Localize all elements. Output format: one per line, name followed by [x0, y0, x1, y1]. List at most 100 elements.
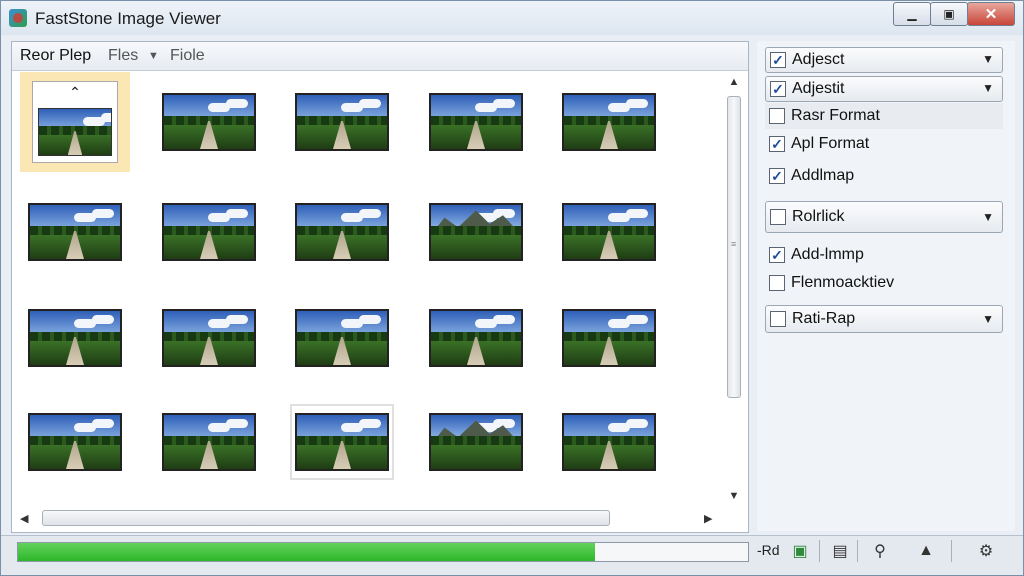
scroll-down-icon[interactable]: ▼	[724, 490, 744, 502]
thumbnail-item[interactable]	[20, 288, 130, 388]
thumbnail-item[interactable]	[554, 288, 664, 388]
option-adjust-1[interactable]: ✓ Adjesct ▼	[765, 47, 1003, 73]
thumbnail-image	[28, 309, 122, 367]
selected-thumbnail-frame: ⌃	[32, 81, 118, 163]
thumbnail-item[interactable]	[287, 288, 397, 388]
option-flenmoacktiev[interactable]: Flenmoacktiev	[765, 270, 1003, 296]
checkbox-rolrlick[interactable]	[770, 209, 786, 225]
option-label: Addlmap	[791, 167, 855, 184]
search-icon[interactable]: ⚲	[869, 540, 891, 562]
bell-icon[interactable]: ▲	[915, 540, 937, 562]
thumbnail-item[interactable]	[287, 182, 397, 282]
thumbnail-item[interactable]	[554, 392, 664, 492]
chevron-down-icon[interactable]: ▼	[982, 52, 994, 66]
thumbnail-item[interactable]	[287, 72, 397, 172]
thumbnail-item[interactable]: ⌃	[20, 72, 130, 172]
checkbox-add-lmmp[interactable]: ✓	[769, 247, 785, 263]
option-rati-rap[interactable]: Rati-Rap ▼	[765, 305, 1003, 333]
option-adjust-2[interactable]: ✓ Adjestit ▼	[765, 76, 1003, 102]
checkbox-rati-rap[interactable]	[770, 311, 786, 327]
thumbnail-item[interactable]	[554, 182, 664, 282]
vertical-scroll-thumb[interactable]: ≡	[727, 96, 741, 398]
option-label: Rasr Format	[791, 107, 880, 124]
toolbar-item-3[interactable]: Fiole	[170, 47, 205, 65]
close-button[interactable]: ✕	[967, 2, 1015, 26]
checkmark-icon: ✓	[771, 168, 783, 184]
grip-icon: ≡	[731, 239, 737, 249]
thumbnail-item[interactable]	[421, 72, 531, 172]
checkbox-adjust-2[interactable]: ✓	[770, 81, 786, 97]
app-logo-icon	[9, 9, 27, 27]
option-label: Adjestit	[792, 80, 845, 97]
option-label: Rolrlick	[792, 208, 845, 225]
progress-fill	[18, 543, 595, 561]
status-divider	[857, 540, 858, 562]
thumbnail-item[interactable]	[554, 72, 664, 172]
thumbnail-item[interactable]	[421, 392, 531, 492]
thumbnail-item[interactable]	[20, 392, 130, 492]
chevron-down-icon[interactable]: ▼	[982, 81, 994, 95]
toolbar-item-files[interactable]: Fles	[108, 47, 138, 65]
thumbnail-image	[429, 93, 523, 151]
status-text: -Rd	[757, 542, 780, 558]
thumbnail-pane: Reor Plep Fles ▼ Fiole ⌃ ▲ ≡ ▼ ◀ ▶	[11, 41, 749, 533]
horizontal-scrollbar[interactable]: ◀ ▶	[12, 508, 724, 530]
minimize-icon: ▁	[907, 7, 917, 21]
option-rolrlick[interactable]: Rolrlick ▼	[765, 201, 1003, 233]
status-divider	[819, 540, 820, 562]
option-addlmap[interactable]: ✓ Addlmap	[765, 163, 1003, 189]
scroll-right-icon[interactable]: ▶	[704, 512, 712, 525]
options-panel: ✓ Adjesct ▼ ✓ Adjestit ▼ Rasr Format ✓ A…	[757, 41, 1015, 531]
maximize-button[interactable]: ▣	[930, 2, 968, 26]
checkmark-icon: ✓	[772, 52, 784, 68]
minimize-button[interactable]: ▁	[893, 2, 931, 26]
thumbnail-item[interactable]	[20, 182, 130, 282]
checkmark-icon: ✓	[771, 136, 783, 152]
checkbox-adjust-1[interactable]: ✓	[770, 52, 786, 68]
save-icon[interactable]: ▤	[829, 540, 851, 562]
option-label: Flenmoacktiev	[791, 274, 895, 291]
scroll-left-icon[interactable]: ◀	[20, 512, 28, 525]
thumbnail-grid: ⌃	[18, 72, 722, 508]
chevron-down-icon[interactable]: ▼	[982, 210, 994, 224]
toolbar-item-1[interactable]: Reor Plep	[20, 47, 91, 65]
thumbnail-image	[38, 108, 112, 156]
option-label: Apl Format	[791, 135, 870, 152]
checkbox-apl-format[interactable]: ✓	[769, 136, 785, 152]
checkbox-addlmap[interactable]: ✓	[769, 168, 785, 184]
thumbnail-item[interactable]	[154, 288, 264, 388]
option-label: Adjesct	[792, 51, 845, 68]
thumbnail-image	[562, 203, 656, 261]
scroll-up-icon[interactable]: ▲	[724, 76, 744, 88]
window-title: FastStone Image Viewer	[35, 9, 221, 28]
thumbnail-image	[295, 413, 389, 471]
caret-up-icon: ⌃	[69, 84, 81, 100]
option-add-lmmp[interactable]: ✓ Add-lmmp	[765, 242, 1003, 268]
thumbnail-item[interactable]	[421, 182, 531, 282]
vertical-scrollbar[interactable]: ▲ ≡ ▼	[724, 72, 744, 508]
thumbnail-image	[295, 203, 389, 261]
status-bar: -Rd ▣ ▤ ⚲ ▲ ⚙	[1, 535, 1023, 575]
option-apl-format[interactable]: ✓ Apl Format	[765, 131, 1003, 157]
status-divider	[951, 540, 952, 562]
checkbox-flenmoacktiev[interactable]	[769, 275, 785, 291]
settings-icon[interactable]: ⚙	[975, 540, 997, 562]
browser-toolbar: Reor Plep Fles ▼ Fiole	[12, 42, 748, 71]
chevron-down-icon[interactable]: ▼	[982, 312, 994, 326]
thumbnail-item[interactable]	[287, 392, 397, 492]
thumbnail-image	[295, 93, 389, 151]
checkbox-raw-format[interactable]	[769, 108, 785, 124]
chevron-down-icon[interactable]: ▼	[148, 50, 159, 62]
option-label: Add-lmmp	[791, 246, 864, 263]
thumbnail-item[interactable]	[154, 72, 264, 172]
thumbnail-item[interactable]	[154, 392, 264, 492]
image-icon[interactable]: ▣	[789, 540, 811, 562]
option-raw-format[interactable]: Rasr Format	[765, 103, 1003, 129]
progress-bar	[17, 542, 749, 562]
thumbnail-item[interactable]	[154, 182, 264, 282]
horizontal-scroll-thumb[interactable]	[42, 510, 610, 526]
maximize-icon: ▣	[943, 7, 955, 21]
thumbnail-image	[562, 93, 656, 151]
thumbnail-item[interactable]	[421, 288, 531, 388]
checkmark-icon: ✓	[771, 247, 783, 263]
